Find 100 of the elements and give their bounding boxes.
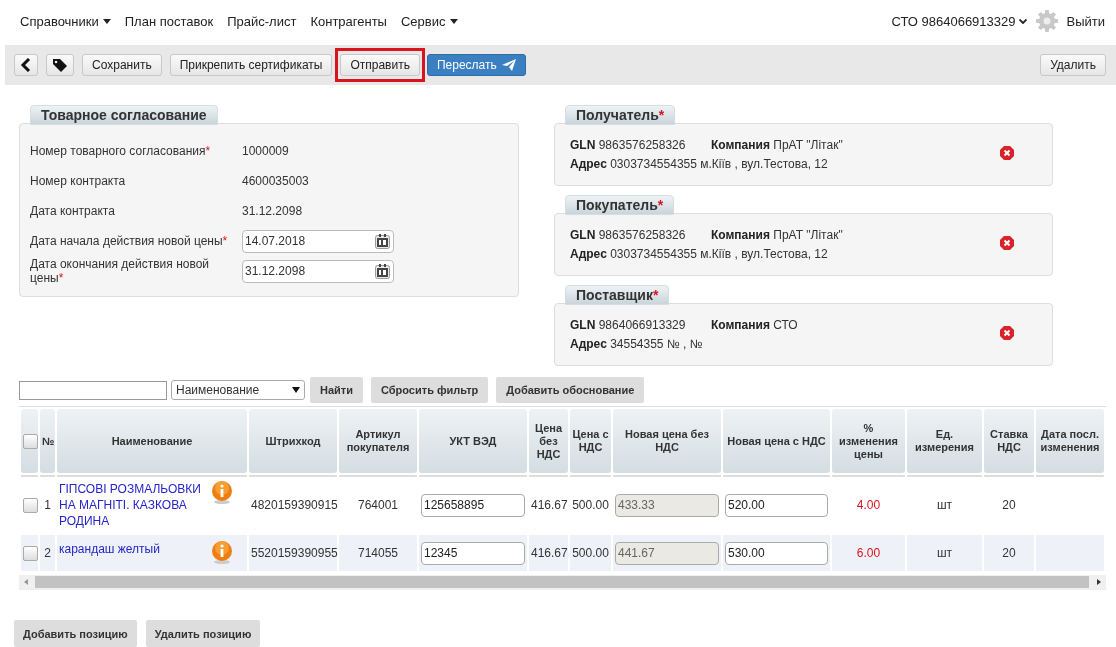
column-header: № xyxy=(40,409,55,473)
remove-icon[interactable] xyxy=(1000,326,1014,340)
forward-button[interactable]: Переслать xyxy=(426,54,526,76)
table-cell: 4820159390915 xyxy=(249,475,337,533)
input-field[interactable]: 12345 xyxy=(421,541,525,565)
info-icon[interactable] xyxy=(211,541,233,565)
field-label: Адрес xyxy=(570,246,607,263)
table-cell: 5520159390955 xyxy=(249,535,337,571)
column-header: Новая цена с НДС xyxy=(723,409,830,473)
field-value: СТО xyxy=(773,318,798,332)
table-cell: 6.00 xyxy=(832,535,905,571)
toolbar-button[interactable]: Отправить xyxy=(340,54,420,76)
send-icon xyxy=(501,59,516,71)
info-icon[interactable] xyxy=(211,481,233,505)
table-cell: шт xyxy=(907,535,982,571)
nav-menu-item[interactable]: План поставок xyxy=(124,13,214,29)
select-all-checkbox[interactable] xyxy=(23,433,38,449)
toolbar-button[interactable]: Сохранить xyxy=(82,54,162,76)
back-button[interactable] xyxy=(14,54,38,76)
calendar-icon[interactable] xyxy=(375,233,390,249)
field-label: Номер товарного согласования* xyxy=(30,144,212,158)
panel-title: Поставщик* xyxy=(565,285,670,305)
toolbar-button[interactable]: Прикрепить сертификаты xyxy=(169,54,333,76)
table-cell: 20 xyxy=(984,535,1034,571)
column-header: Цена без НДС xyxy=(529,409,568,473)
caret-icon xyxy=(449,18,458,24)
table-cell: шт xyxy=(907,475,982,533)
nav-menu-item[interactable]: Контрагенты xyxy=(310,13,387,29)
field-value: 1000009 xyxy=(242,144,289,158)
table-cell: 1 xyxy=(40,475,55,533)
panel-title: Получатель* xyxy=(565,105,676,125)
filter-button[interactable]: Добавить обоснование xyxy=(496,377,645,403)
field-value: 34554355 № , № xyxy=(610,336,703,353)
table-cell: 2 xyxy=(40,535,55,571)
table-cell: 500.00 xyxy=(570,475,611,533)
input-field[interactable]: 530.00 xyxy=(725,541,828,565)
table-cell: 20 xyxy=(984,475,1034,533)
caret-icon xyxy=(102,18,111,24)
panel-title: Покупатель* xyxy=(565,195,675,215)
tag-button[interactable] xyxy=(46,54,74,76)
settings-icon[interactable] xyxy=(1034,9,1059,33)
panel-title: Товарное согласование xyxy=(30,105,218,125)
logout-link[interactable]: Выйти xyxy=(1066,13,1105,29)
field-value: ПрАТ "Літак" xyxy=(773,138,843,152)
nav-menu-item[interactable]: Прайс-лист xyxy=(227,13,297,29)
field-label: Компания xyxy=(711,318,770,332)
field-value: 9863576258326 xyxy=(598,138,686,152)
field-value: 0303734554355 м.Кіїв , вул.Тестова, 12 xyxy=(610,156,828,173)
field-value: 4600035003 xyxy=(242,174,309,188)
table-cell: 500.00 xyxy=(570,535,611,571)
date-field[interactable]: 14.07.2018 xyxy=(242,229,394,253)
field-label: Компания xyxy=(711,138,770,152)
field-value: 9863576258326 xyxy=(598,228,686,242)
field-label: Адрес xyxy=(570,336,607,353)
column-header: Артикул покупателя xyxy=(339,409,417,473)
filter-button[interactable]: Сбросить фильтр xyxy=(371,377,489,403)
delete-button[interactable]: Удалить xyxy=(1040,54,1106,76)
nav-menu-item[interactable]: Справочники xyxy=(20,13,111,29)
filter-button[interactable]: Найти xyxy=(310,377,363,403)
field-value: ПрАТ "Літак" xyxy=(773,228,843,242)
column-header: УКТ ВЭД xyxy=(419,409,527,473)
row-checkbox[interactable] xyxy=(23,545,38,561)
field-label: GLN xyxy=(570,228,596,242)
field-label: GLN xyxy=(570,318,596,332)
table-cell: 416.67 xyxy=(529,475,568,533)
column-header: Дата посл. изменения xyxy=(1036,409,1104,473)
remove-icon[interactable] xyxy=(1000,146,1014,160)
calendar-icon[interactable] xyxy=(375,263,390,279)
column-header: Штрихкод xyxy=(249,409,337,473)
table-cell: 714055 xyxy=(339,535,417,571)
column-select[interactable]: Наименование xyxy=(171,380,305,400)
input-field[interactable]: 520.00 xyxy=(725,493,828,517)
remove-icon[interactable] xyxy=(1000,236,1014,250)
field-label: Адрес xyxy=(570,156,607,173)
back-icon xyxy=(20,58,32,72)
action-button[interactable]: Удалить позицию xyxy=(145,620,261,647)
nav-menu-item[interactable]: Сервис xyxy=(400,13,458,29)
account-menu[interactable]: СТО 9864066913329 xyxy=(891,13,1027,29)
field-label: Дата окончания действия новой цены* xyxy=(30,257,211,285)
column-header: Цена с НДС xyxy=(570,409,611,473)
row-checkbox[interactable] xyxy=(23,497,38,513)
table-cell: 416.67 xyxy=(529,535,568,571)
field-label: Дата контракта xyxy=(30,204,116,218)
tag-icon xyxy=(52,58,68,72)
search-field[interactable] xyxy=(19,380,167,400)
column-header: % изменения цены xyxy=(832,409,905,473)
chevron-down-icon xyxy=(1018,18,1027,24)
action-button[interactable]: Добавить позицию xyxy=(14,620,137,647)
field-value: 0303734554355 м.Кіїв , вул.Тестова, 12 xyxy=(610,246,828,263)
caret-icon xyxy=(292,387,300,393)
field-label: Номер контракта xyxy=(30,174,127,188)
input-field[interactable]: 125658895 xyxy=(421,493,525,517)
field-label: GLN xyxy=(570,138,596,152)
date-field[interactable]: 31.12.2098 xyxy=(242,259,394,283)
column-header: Новая цена без НДС xyxy=(613,409,721,473)
column-header: Ед. измерения xyxy=(907,409,982,473)
field-label: Компания xyxy=(711,228,770,242)
product-link[interactable]: ГІПСОВІ РОЗМАЛЬОВКИ НА МАГНІТІ. КАЗКОВА РОДИНА xyxy=(59,481,211,529)
column-header: Наименование xyxy=(57,409,247,473)
column-header: Ставка НДС xyxy=(984,409,1034,473)
